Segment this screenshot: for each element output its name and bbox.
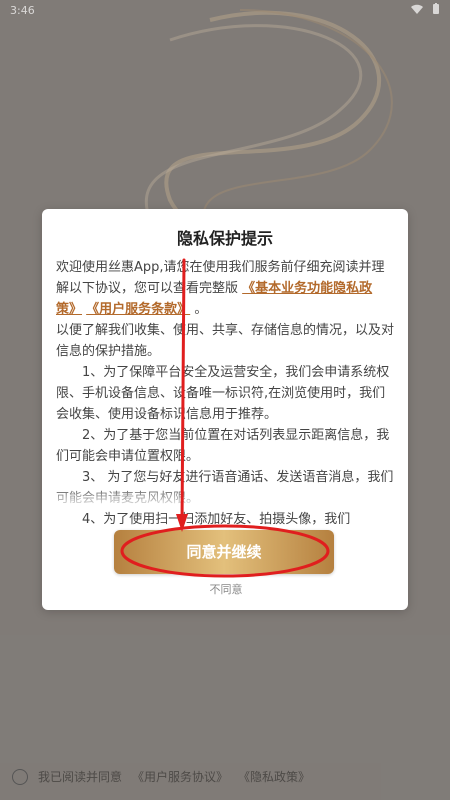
link-privacy-policy-bottom[interactable]: 《隐私政策》 xyxy=(238,768,310,785)
text-fade xyxy=(42,485,408,509)
app-screen: 3:46 隐私保护提示 欢迎使用丝惠App,请您在使用我们服务前仔细充阅读并理解… xyxy=(0,0,450,800)
paragraph-purpose: 以便了解我们收集、使用、共享、存储信息的情况，以及对信息的保护措施。 xyxy=(56,323,394,359)
disagree-link[interactable]: 不同意 xyxy=(176,581,276,597)
agree-continue-button[interactable]: 同意并继续 xyxy=(114,530,334,574)
paragraph-permission-1: 1、为了保障平台安全及运营安全，我们会申请系统权限、手机设备信息、设备唯一标识符… xyxy=(56,365,390,422)
consent-prefix: 我已阅读并同意 xyxy=(38,770,123,784)
consent-row: 我已阅读并同意 《用户服务协议》 《隐私政策》 xyxy=(12,768,310,785)
link-user-service-agreement[interactable]: 《用户服务协议》 xyxy=(132,768,228,785)
dialog-title: 隐私保护提示 xyxy=(176,229,273,248)
paragraph-permission-2: 2、为了基于您当前位置在对话列表显示距离信息，我们可能会申请位置权限。 xyxy=(56,428,390,464)
consent-radio[interactable] xyxy=(12,768,28,785)
intro-end: 。 xyxy=(194,302,208,317)
paragraph-intro: 欢迎使用丝惠App,请您在使用我们服务前仔细充阅读并理解以下协议，您可以查看完整… xyxy=(56,257,394,320)
paragraph-permission-4: 4、为了使用扫一扫添加好友、拍摄头像，我们 xyxy=(82,512,351,527)
link-terms-of-service[interactable]: 《用户服务条款》 xyxy=(86,302,190,317)
